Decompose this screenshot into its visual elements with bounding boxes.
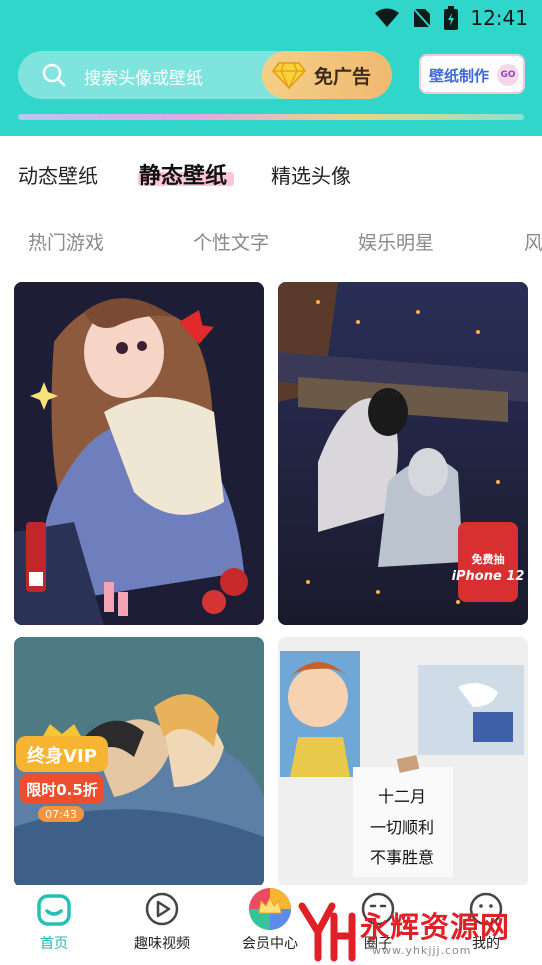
nav-home-label: 首页: [40, 936, 68, 952]
watermark-title: 永辉资源网: [360, 910, 511, 944]
subtab-more[interactable]: 风: [524, 228, 542, 255]
search-icon: [42, 63, 66, 87]
site-watermark: 永辉资源网 www.yhkjjj.com: [296, 902, 532, 962]
nav-fun-video[interactable]: 趣味视频: [112, 885, 212, 965]
subtab-personal-text[interactable]: 个性文字: [193, 228, 269, 255]
wallpaper-card-notes[interactable]: 十二月 一切顺利 不事胜意: [278, 637, 528, 887]
subtab-hot-games[interactable]: 热门游戏: [28, 228, 104, 255]
sub-category-tabs: 热门游戏 个性文字 娱乐明星 风: [0, 228, 542, 260]
promo-iphone: iPhone 12: [452, 569, 525, 584]
note-line-2: 一切顺利: [370, 818, 434, 837]
header: 12:41 搜索头像或壁纸 免广告 壁纸制作 GO: [0, 0, 542, 136]
nav-home[interactable]: 首页: [4, 885, 104, 965]
go-badge: GO: [497, 64, 519, 86]
wifi-icon: [375, 8, 400, 27]
wallpaper-card-girl[interactable]: [14, 282, 264, 625]
tab-dynamic-wallpaper[interactable]: 动态壁纸: [18, 160, 98, 189]
notes-illustration: 十二月 一切顺利 不事胜意: [278, 637, 528, 887]
home-icon: [37, 894, 71, 926]
rainbow-divider: [18, 114, 524, 120]
vip-countdown: 07:43: [45, 808, 77, 821]
watermark-logo: [298, 902, 356, 962]
tab-static-wallpaper[interactable]: 静态壁纸: [139, 158, 227, 190]
watermark-url: www.yhkjjj.com: [372, 944, 472, 957]
note-line-3: 不事胜意: [370, 848, 434, 867]
wallpaper-card-night-city[interactable]: 免费抽 iPhone 12: [278, 282, 528, 625]
status-bar: 12:41: [0, 0, 542, 38]
play-circle-icon: [145, 892, 179, 926]
tab-featured-avatar[interactable]: 精选头像: [271, 160, 351, 189]
wallpaper-maker-label: 壁纸制作: [429, 67, 490, 85]
status-icons: 12:41: [374, 6, 528, 30]
no-ads-button[interactable]: 免广告: [262, 51, 392, 99]
category-tabs: 动态壁纸 静态壁纸 精选头像: [0, 156, 542, 196]
no-sim-icon: [412, 7, 433, 29]
night-city-illustration: 免费抽 iPhone 12: [278, 282, 528, 625]
vip-title: 终身VIP: [27, 745, 97, 767]
crown-icon: [42, 724, 82, 738]
no-ads-label: 免广告: [314, 66, 372, 88]
promo-free-draw: 免费抽: [472, 552, 505, 566]
subtab-celebrities[interactable]: 娱乐明星: [358, 228, 434, 255]
status-time: 12:41: [470, 6, 528, 30]
note-title: 十二月: [378, 787, 426, 806]
wallpaper-maker-button[interactable]: 壁纸制作 GO: [419, 54, 525, 94]
girl-illustration: [14, 282, 264, 625]
battery-icon: [444, 6, 459, 30]
member-crown-icon: [249, 888, 291, 930]
nav-fun-video-label: 趣味视频: [134, 936, 190, 952]
vip-promo-badge[interactable]: 终身VIP 限时0.5折 07:43: [14, 720, 110, 826]
vip-badge-graphic: 终身VIP 限时0.5折 07:43: [16, 724, 108, 822]
diamond-icon: [272, 62, 306, 89]
vip-discount: 限时0.5折: [26, 781, 98, 799]
search-placeholder: 搜索头像或壁纸: [84, 69, 203, 89]
